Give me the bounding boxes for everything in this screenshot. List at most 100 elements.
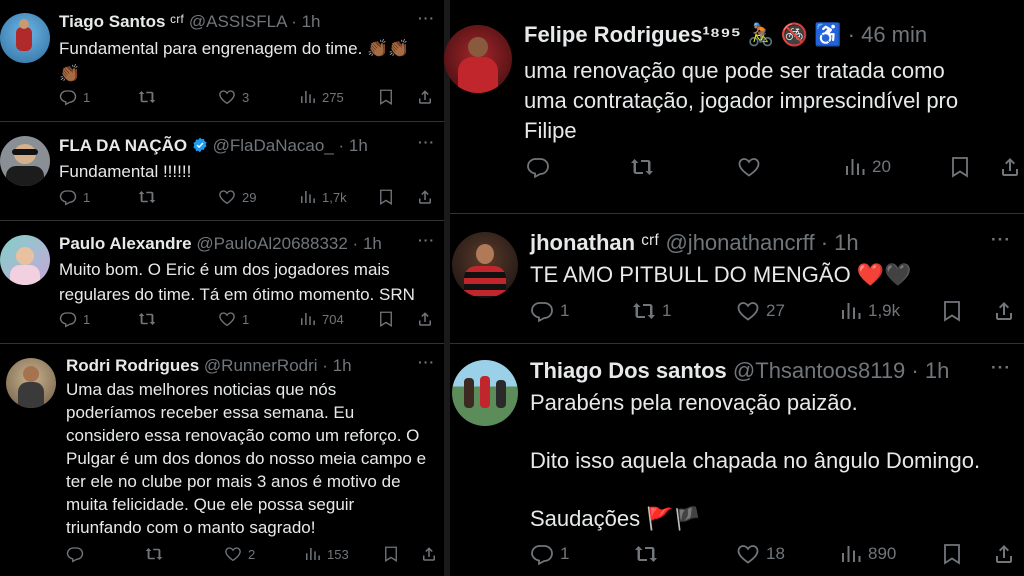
author-name[interactable]: Thiago Dos santos xyxy=(530,358,727,383)
reply-button[interactable] xyxy=(66,545,84,563)
tweet-jhonathan[interactable]: jhonathan ᶜʳᶠ @jhonathancrff · 1h ··· TE… xyxy=(450,214,1024,344)
author-handle[interactable]: @jhonathancrff xyxy=(665,230,814,255)
author-handle[interactable]: @ASSISFLA xyxy=(189,12,287,31)
like-button[interactable]: 3 xyxy=(218,88,249,106)
tweet-tiago-santos[interactable]: Tiago Santos ᶜʳᶠ @ASSISFLA · 1h ··· Fund… xyxy=(0,0,444,122)
author-name[interactable]: Tiago Santos xyxy=(59,12,165,31)
bookmark-button[interactable] xyxy=(382,545,400,563)
views-icon xyxy=(298,310,316,328)
tweet-time[interactable]: 46 min xyxy=(861,22,927,47)
bookmark-button[interactable] xyxy=(948,155,972,179)
views-button[interactable]: 1,7k xyxy=(298,188,347,206)
more-icon[interactable]: ··· xyxy=(418,10,435,26)
like-button[interactable]: 2 xyxy=(224,545,255,563)
tweet-time[interactable]: 1h xyxy=(333,356,352,375)
author-handle[interactable]: @FlaDaNacao_ xyxy=(213,136,334,155)
views-button[interactable]: 1,9k xyxy=(838,299,900,323)
reply-button[interactable] xyxy=(526,155,550,179)
tweet-time[interactable]: 1h xyxy=(349,136,368,155)
views-button[interactable]: 704 xyxy=(298,310,344,328)
more-icon[interactable]: ··· xyxy=(418,232,435,248)
author-name[interactable]: Rodri Rodrigues xyxy=(66,356,199,375)
reply-button[interactable]: 1 xyxy=(530,542,569,566)
tweet-time[interactable]: 1h xyxy=(834,230,858,255)
tweet-text-line: ter ele no clube por mais 3 anos é motiv… xyxy=(66,472,401,491)
retweet-button[interactable] xyxy=(634,542,658,566)
tweet-time[interactable]: 1h xyxy=(363,234,382,253)
author-badge: ᶜʳᶠ xyxy=(170,12,185,31)
reply-count: 1 xyxy=(560,301,570,320)
avatar[interactable] xyxy=(444,25,512,93)
share-button[interactable] xyxy=(420,545,438,563)
retweet-button[interactable] xyxy=(145,545,163,563)
retweet-button[interactable] xyxy=(138,310,156,328)
views-button[interactable]: 20 xyxy=(842,155,891,179)
retweet-button[interactable] xyxy=(138,188,156,206)
more-icon[interactable]: ··· xyxy=(418,354,435,370)
tweet-text-line: uma contratação, jogador imprescindível … xyxy=(524,88,959,113)
retweet-button[interactable] xyxy=(630,155,654,179)
bookmark-button[interactable] xyxy=(940,542,964,566)
like-button[interactable]: 27 xyxy=(736,299,785,323)
share-icon xyxy=(416,188,434,206)
like-icon xyxy=(224,545,242,563)
tweet-time[interactable]: 1h xyxy=(925,358,949,383)
reply-button[interactable]: 1 xyxy=(59,88,90,106)
reply-button[interactable]: 1 xyxy=(530,299,569,323)
bookmark-button[interactable] xyxy=(377,88,395,106)
share-button[interactable] xyxy=(992,542,1016,566)
views-count: 1,7k xyxy=(322,189,347,205)
share-button[interactable] xyxy=(992,299,1016,323)
author-name[interactable]: Felipe Rodrigues¹⁸⁹⁵ xyxy=(524,22,741,47)
avatar[interactable] xyxy=(452,360,518,426)
share-button[interactable] xyxy=(416,310,434,328)
views-icon xyxy=(838,299,862,323)
share-button[interactable] xyxy=(998,155,1022,179)
reply-button[interactable]: 1 xyxy=(59,310,90,328)
avatar[interactable] xyxy=(452,232,518,298)
more-icon[interactable]: ··· xyxy=(991,358,1011,378)
more-icon[interactable]: ··· xyxy=(418,134,435,150)
like-button[interactable] xyxy=(737,155,761,179)
share-icon xyxy=(416,88,434,106)
avatar[interactable] xyxy=(0,13,50,63)
tweet-text-line: Muito bom. O Eric é um dos jogadores mai… xyxy=(59,260,390,279)
views-count: 704 xyxy=(322,311,344,327)
like-button[interactable]: 29 xyxy=(218,188,256,206)
tweet-fla-da-nacao[interactable]: FLA DA NAÇÃO @FlaDaNacao_ · 1h ··· Funda… xyxy=(0,122,444,221)
views-button[interactable]: 890 xyxy=(838,542,896,566)
avatar[interactable] xyxy=(0,235,50,285)
author-handle[interactable]: @PauloAl20688332 xyxy=(196,234,348,253)
author-handle[interactable]: @RunnerRodri xyxy=(204,356,318,375)
like-icon xyxy=(218,188,236,206)
bookmark-icon xyxy=(940,299,964,323)
avatar[interactable] xyxy=(0,136,50,186)
like-button[interactable]: 18 xyxy=(736,542,785,566)
right-panel: Felipe Rodrigues¹⁸⁹⁵ 🚴🏽 🚳 ♿ · 46 min uma… xyxy=(444,0,1024,576)
views-button[interactable]: 275 xyxy=(298,88,344,106)
retweet-button[interactable] xyxy=(138,88,156,106)
author-name[interactable]: Paulo Alexandre xyxy=(59,234,192,253)
bookmark-icon xyxy=(377,310,395,328)
share-button[interactable] xyxy=(416,188,434,206)
avatar[interactable] xyxy=(6,358,56,408)
bookmark-button[interactable] xyxy=(377,310,395,328)
views-button[interactable]: 153 xyxy=(303,545,349,563)
like-button[interactable]: 1 xyxy=(218,310,249,328)
tweet-time[interactable]: 1h xyxy=(302,12,321,31)
tweet-thiago-dos-santos[interactable]: Thiago Dos santos @Thsantoos8119 · 1h ··… xyxy=(450,344,1024,576)
more-icon[interactable]: ··· xyxy=(991,230,1011,250)
tweet-paulo-alexandre[interactable]: Paulo Alexandre @PauloAl20688332 · 1h ··… xyxy=(0,221,444,344)
reply-icon xyxy=(59,188,77,206)
bookmark-button[interactable] xyxy=(940,299,964,323)
share-icon xyxy=(998,155,1022,179)
author-name[interactable]: jhonathan xyxy=(530,230,635,255)
bookmark-button[interactable] xyxy=(377,188,395,206)
reply-button[interactable]: 1 xyxy=(59,188,90,206)
share-button[interactable] xyxy=(416,88,434,106)
author-name[interactable]: FLA DA NAÇÃO xyxy=(59,136,187,155)
tweet-rodri-rodrigues[interactable]: Rodri Rodrigues @RunnerRodri · 1h ··· Um… xyxy=(0,344,444,576)
tweet-felipe-rodrigues[interactable]: Felipe Rodrigues¹⁸⁹⁵ 🚴🏽 🚳 ♿ · 46 min uma… xyxy=(444,0,1024,214)
retweet-button[interactable]: 1 xyxy=(632,299,671,323)
author-handle[interactable]: @Thsantoos8119 xyxy=(733,358,905,383)
